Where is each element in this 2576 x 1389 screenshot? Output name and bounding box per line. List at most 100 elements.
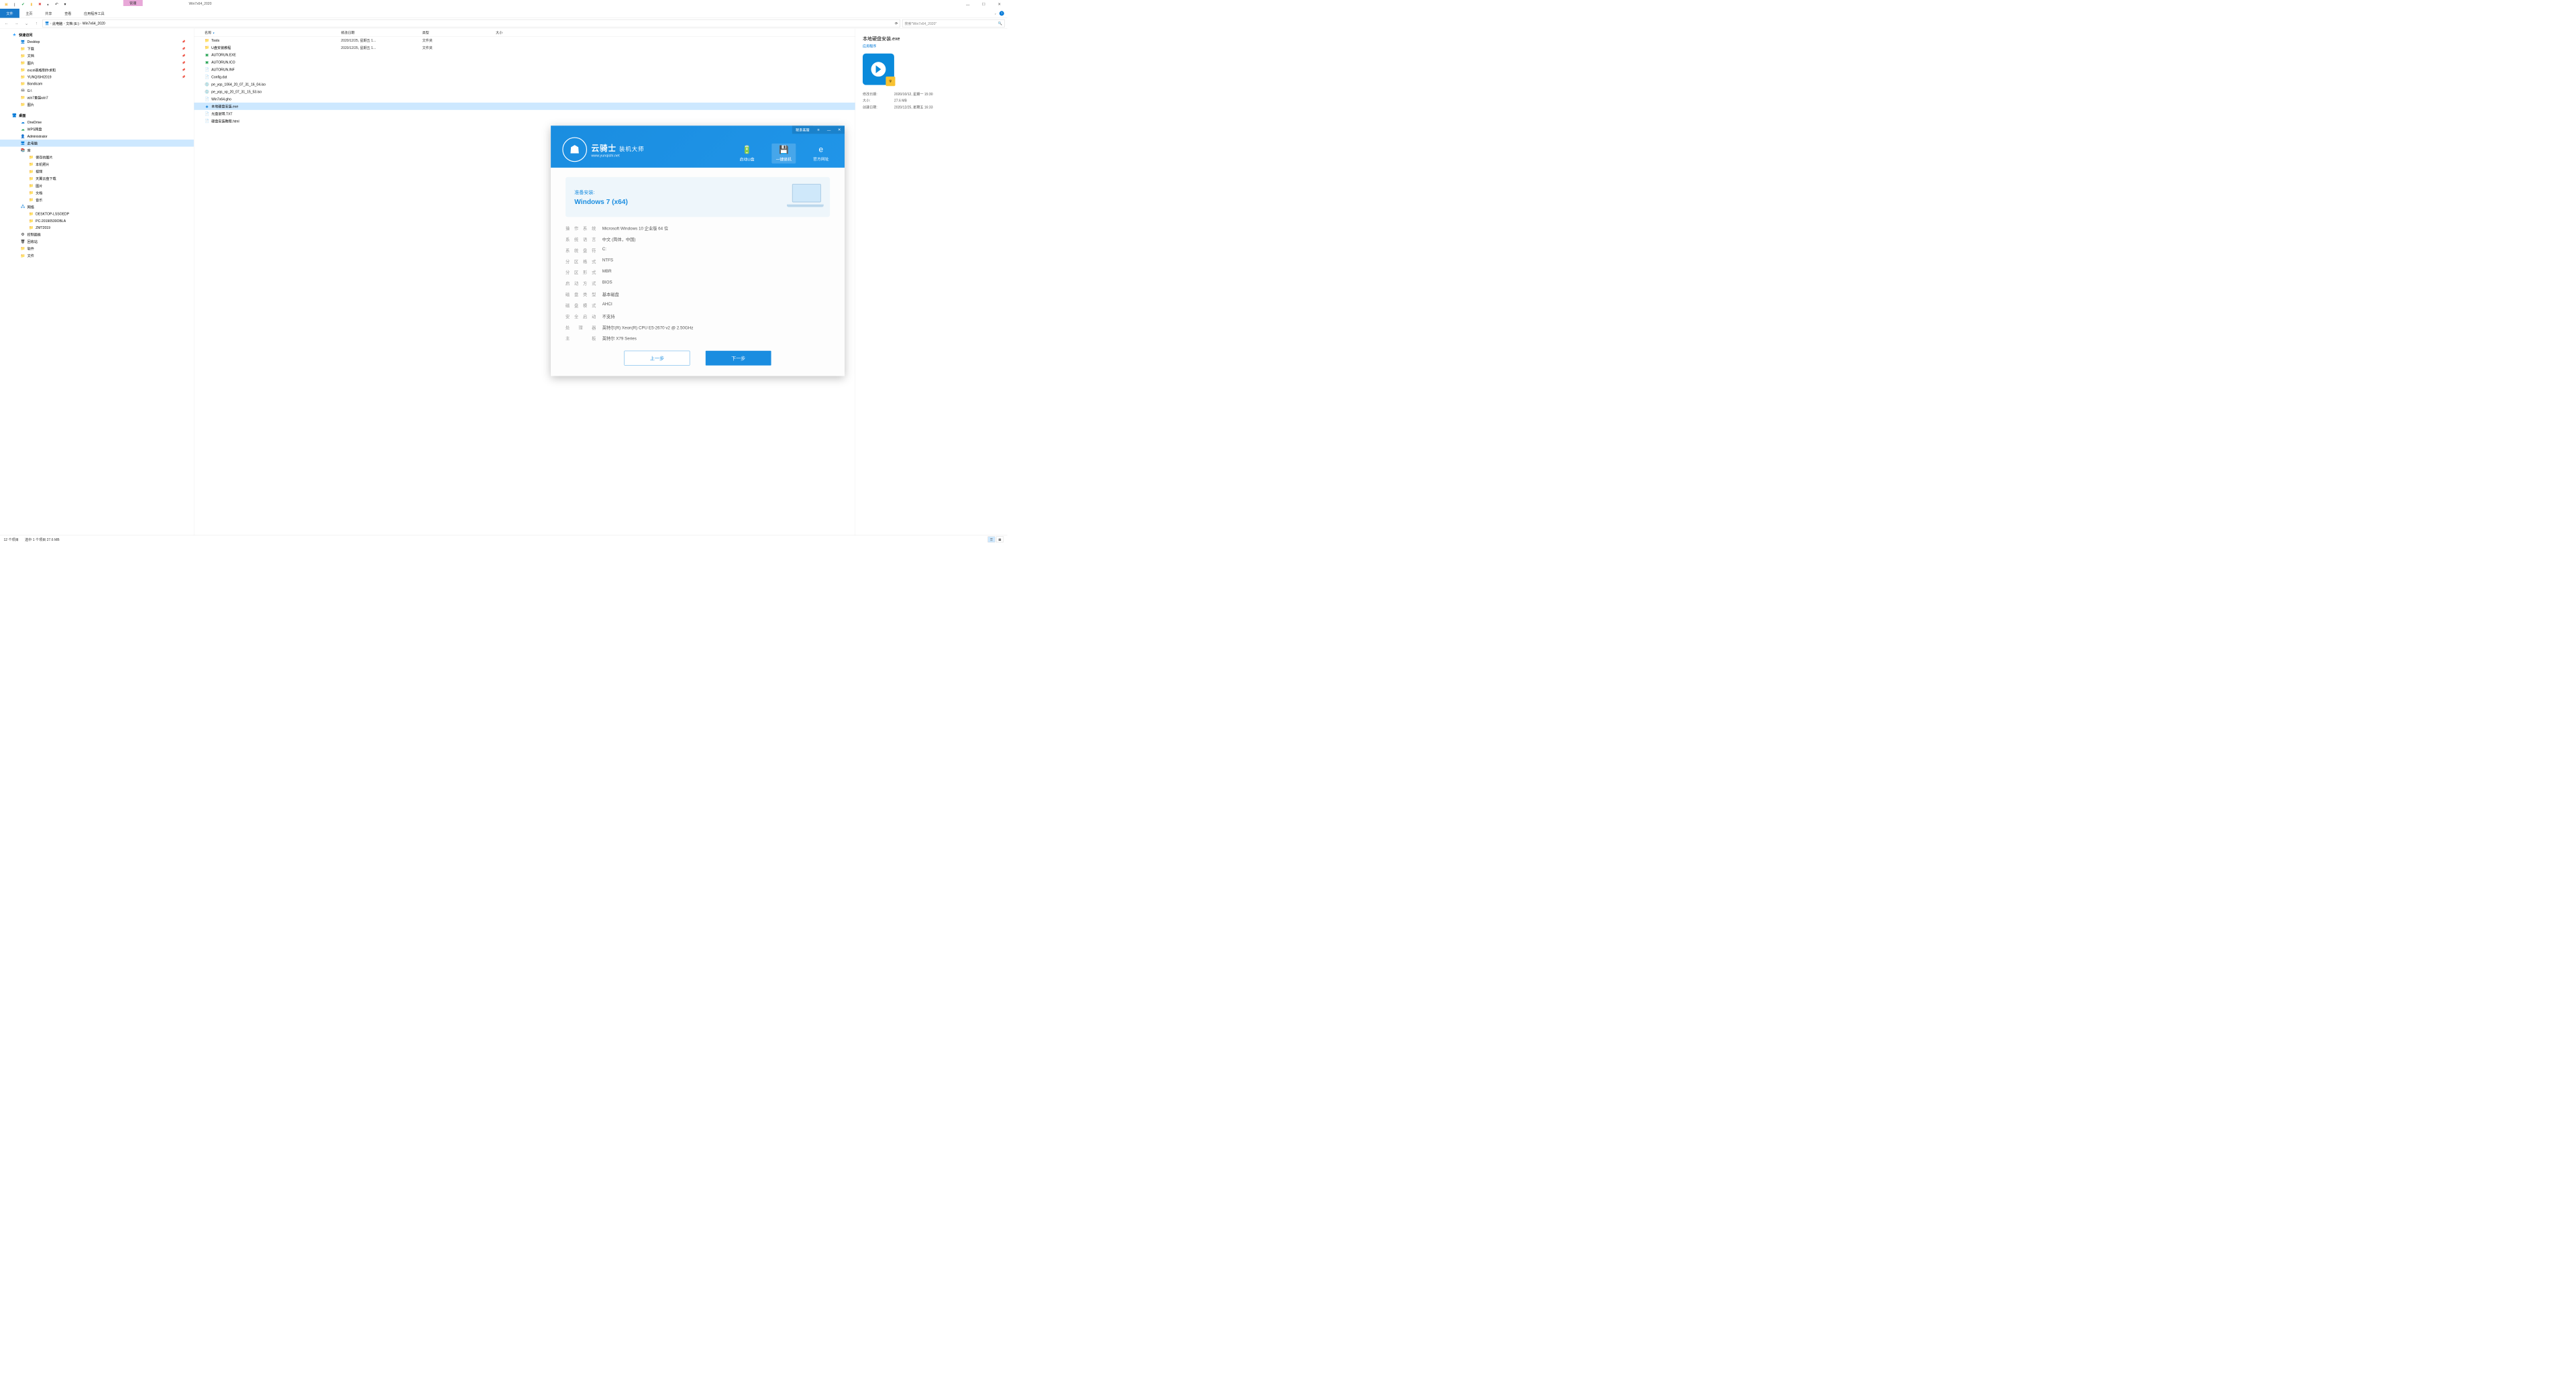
- close-button[interactable]: ✕: [991, 0, 1007, 9]
- file-row[interactable]: 💿pe_yqs_xp_20_07_31_15_53.iso: [194, 88, 855, 95]
- minimize-button[interactable]: —: [960, 0, 975, 9]
- file-row[interactable]: 💿pe_yqs_1064_20_07_31_16_04.iso: [194, 81, 855, 88]
- file-row[interactable]: 📄Config.dat: [194, 73, 855, 81]
- tab-view[interactable]: 查看: [58, 9, 78, 18]
- next-button[interactable]: 下一步: [706, 351, 771, 366]
- nav-item[interactable]: ⚙控制面板: [0, 231, 194, 238]
- nav-item[interactable]: 📁excel表格制作求和📌: [0, 66, 194, 74]
- nav-item[interactable]: 🖧网络: [0, 203, 194, 211]
- nav-item[interactable]: 📁下载📌: [0, 45, 194, 52]
- col-date[interactable]: 修改日期: [341, 30, 422, 35]
- nav-item[interactable]: 📁图片: [0, 101, 194, 109]
- installer-tab[interactable]: 💾一键装机: [771, 144, 796, 164]
- prev-button[interactable]: 上一步: [625, 351, 690, 366]
- help-icon[interactable]: ?: [1000, 11, 1004, 15]
- file-row[interactable]: ▣AUTORUN.EXE: [194, 51, 855, 58]
- nav-item[interactable]: ☁OneDrive: [0, 119, 194, 125]
- nav-item[interactable]: 📁音乐: [0, 196, 194, 203]
- folder-icon: 📁: [28, 155, 34, 160]
- crumb-thispc[interactable]: 此电脑: [52, 21, 62, 25]
- nav-item[interactable]: 📁YUNQISHI2019📌: [0, 73, 194, 80]
- installer-close-button[interactable]: ✕: [834, 125, 845, 134]
- lib-icon: 📚: [20, 148, 26, 152]
- icons-view-button[interactable]: ▦: [996, 536, 1004, 542]
- delete-icon[interactable]: ✖: [36, 1, 44, 7]
- nav-label: 图片: [28, 60, 34, 65]
- nav-item[interactable]: 🗑回收站: [0, 238, 194, 246]
- properties-icon[interactable]: ◐: [44, 1, 52, 7]
- tab-app-tools[interactable]: 应用程序工具: [78, 9, 111, 18]
- qat-dropdown-icon[interactable]: ▾: [61, 1, 68, 7]
- forward-button[interactable]: →: [13, 19, 21, 27]
- undo-icon[interactable]: ↶: [53, 1, 60, 7]
- brand-url: www.yunqishi.net: [591, 153, 644, 157]
- tab-file[interactable]: 文件: [0, 9, 19, 18]
- file-row[interactable]: ▣AUTORUN.ICO: [194, 58, 855, 66]
- crumb-folder[interactable]: Win7x64_2020: [83, 21, 105, 25]
- new-folder-icon[interactable]: ▮: [28, 1, 35, 7]
- col-size[interactable]: 大小: [496, 30, 548, 35]
- crumb-drive[interactable]: 文档 (E:): [66, 21, 79, 25]
- nav-item[interactable]: 👤Administrator: [0, 133, 194, 140]
- file-row[interactable]: 📄AUTORUN.INF: [194, 66, 855, 73]
- col-type[interactable]: 类型: [423, 30, 496, 35]
- tab-share[interactable]: 共享: [39, 9, 58, 18]
- file-row[interactable]: 📁Tools 2020/12/25, 星期五 1... 文件夹: [194, 36, 855, 44]
- installer-tab[interactable]: e官方网址: [809, 144, 833, 164]
- refresh-button[interactable]: ⟳: [895, 21, 898, 25]
- nav-item[interactable]: ☁WPS网盘: [0, 125, 194, 133]
- details-view-button[interactable]: ☰: [988, 536, 996, 542]
- nav-item[interactable]: 📁软件: [0, 245, 194, 252]
- up-button[interactable]: ↑: [32, 19, 40, 27]
- nav-item[interactable]: 📁win7重装win7: [0, 94, 194, 101]
- nav-item[interactable]: 🖥此电脑: [0, 140, 194, 147]
- tab-home[interactable]: 主页: [19, 9, 39, 18]
- desktop-label: 桌面: [19, 113, 25, 117]
- navigation-pane[interactable]: ★快速访问 🖥Desktop📌📁下载📌📁文档📌📁图片📌📁excel表格制作求和📌…: [0, 29, 194, 535]
- search-icon[interactable]: 🔍: [998, 21, 1002, 25]
- nav-item[interactable]: 📁保存的图片: [0, 154, 194, 161]
- back-button[interactable]: ←: [3, 19, 11, 27]
- nav-item[interactable]: 🖥Desktop📌: [0, 38, 194, 45]
- nav-item[interactable]: 📁图片: [0, 182, 194, 189]
- nav-label: DESKTOP-LSSOEDP: [36, 212, 69, 216]
- nav-item[interactable]: 📁本机照片: [0, 161, 194, 168]
- installer-minimize-button[interactable]: —: [824, 125, 835, 134]
- info-val: 英特尔(R) Xeon(R) CPU E5-2670 v2 @ 2.50GHz: [602, 324, 830, 330]
- menu-icon[interactable]: ≡: [813, 125, 824, 134]
- quick-access-header[interactable]: ★快速访问: [0, 32, 194, 39]
- ribbon-expand-icon[interactable]: ⌄: [994, 11, 997, 15]
- file-row[interactable]: 📄Win7x64.gho: [194, 95, 855, 103]
- nav-item[interactable]: 🖴G:\: [0, 87, 194, 94]
- chevron-right-icon[interactable]: ›: [64, 21, 65, 25]
- contact-support-button[interactable]: 联系客服: [792, 125, 813, 134]
- nav-item[interactable]: 📁文档: [0, 189, 194, 197]
- installer-tab[interactable]: 🔋启动U盘: [735, 144, 758, 164]
- nav-item[interactable]: 📁文件: [0, 252, 194, 260]
- desktop-header[interactable]: 🖥桌面: [0, 112, 194, 119]
- search-input[interactable]: 搜索"Win7x64_2020" 🔍: [902, 19, 1004, 28]
- breadcrumb[interactable]: 🖥 › 此电脑 › 文档 (E:) › Win7x64_2020 ⟳: [42, 19, 900, 28]
- file-row[interactable]: ◈本地硬盘安装.exe: [194, 103, 855, 110]
- checkmark-icon[interactable]: ✔: [19, 1, 27, 7]
- maximize-button[interactable]: ☐: [976, 0, 991, 9]
- nav-item[interactable]: 📁图片📌: [0, 59, 194, 66]
- file-row[interactable]: 📄光盘说明.TXT: [194, 110, 855, 117]
- recent-dropdown[interactable]: ⌄: [23, 19, 31, 27]
- nav-item[interactable]: 📁DESKTOP-LSSOEDP: [0, 211, 194, 217]
- file-row[interactable]: 📁U盘安装教程 2020/12/25, 星期五 1... 文件夹: [194, 44, 855, 51]
- col-name[interactable]: 名称: [194, 30, 341, 35]
- chevron-right-icon[interactable]: ›: [50, 21, 52, 25]
- chevron-right-icon[interactable]: ›: [80, 21, 82, 25]
- file-row[interactable]: 📄硬盘安装教程.html: [194, 117, 855, 125]
- prop-val: 2020/12/25, 星期五 16:33: [894, 105, 933, 109]
- desktop-icon: 🖥: [11, 113, 17, 117]
- nav-item[interactable]: 📁文档📌: [0, 52, 194, 60]
- nav-item[interactable]: 📁PC-20190530OBLA: [0, 217, 194, 224]
- nav-item[interactable]: 📁Bandicam: [0, 81, 194, 87]
- nav-item[interactable]: 📁天翼云盘下载: [0, 175, 194, 183]
- nav-item[interactable]: 📁ZMT2019: [0, 224, 194, 231]
- nav-item[interactable]: 📚库: [0, 147, 194, 154]
- nav-item[interactable]: 📁视频: [0, 168, 194, 175]
- context-tab[interactable]: 管理: [123, 0, 143, 6]
